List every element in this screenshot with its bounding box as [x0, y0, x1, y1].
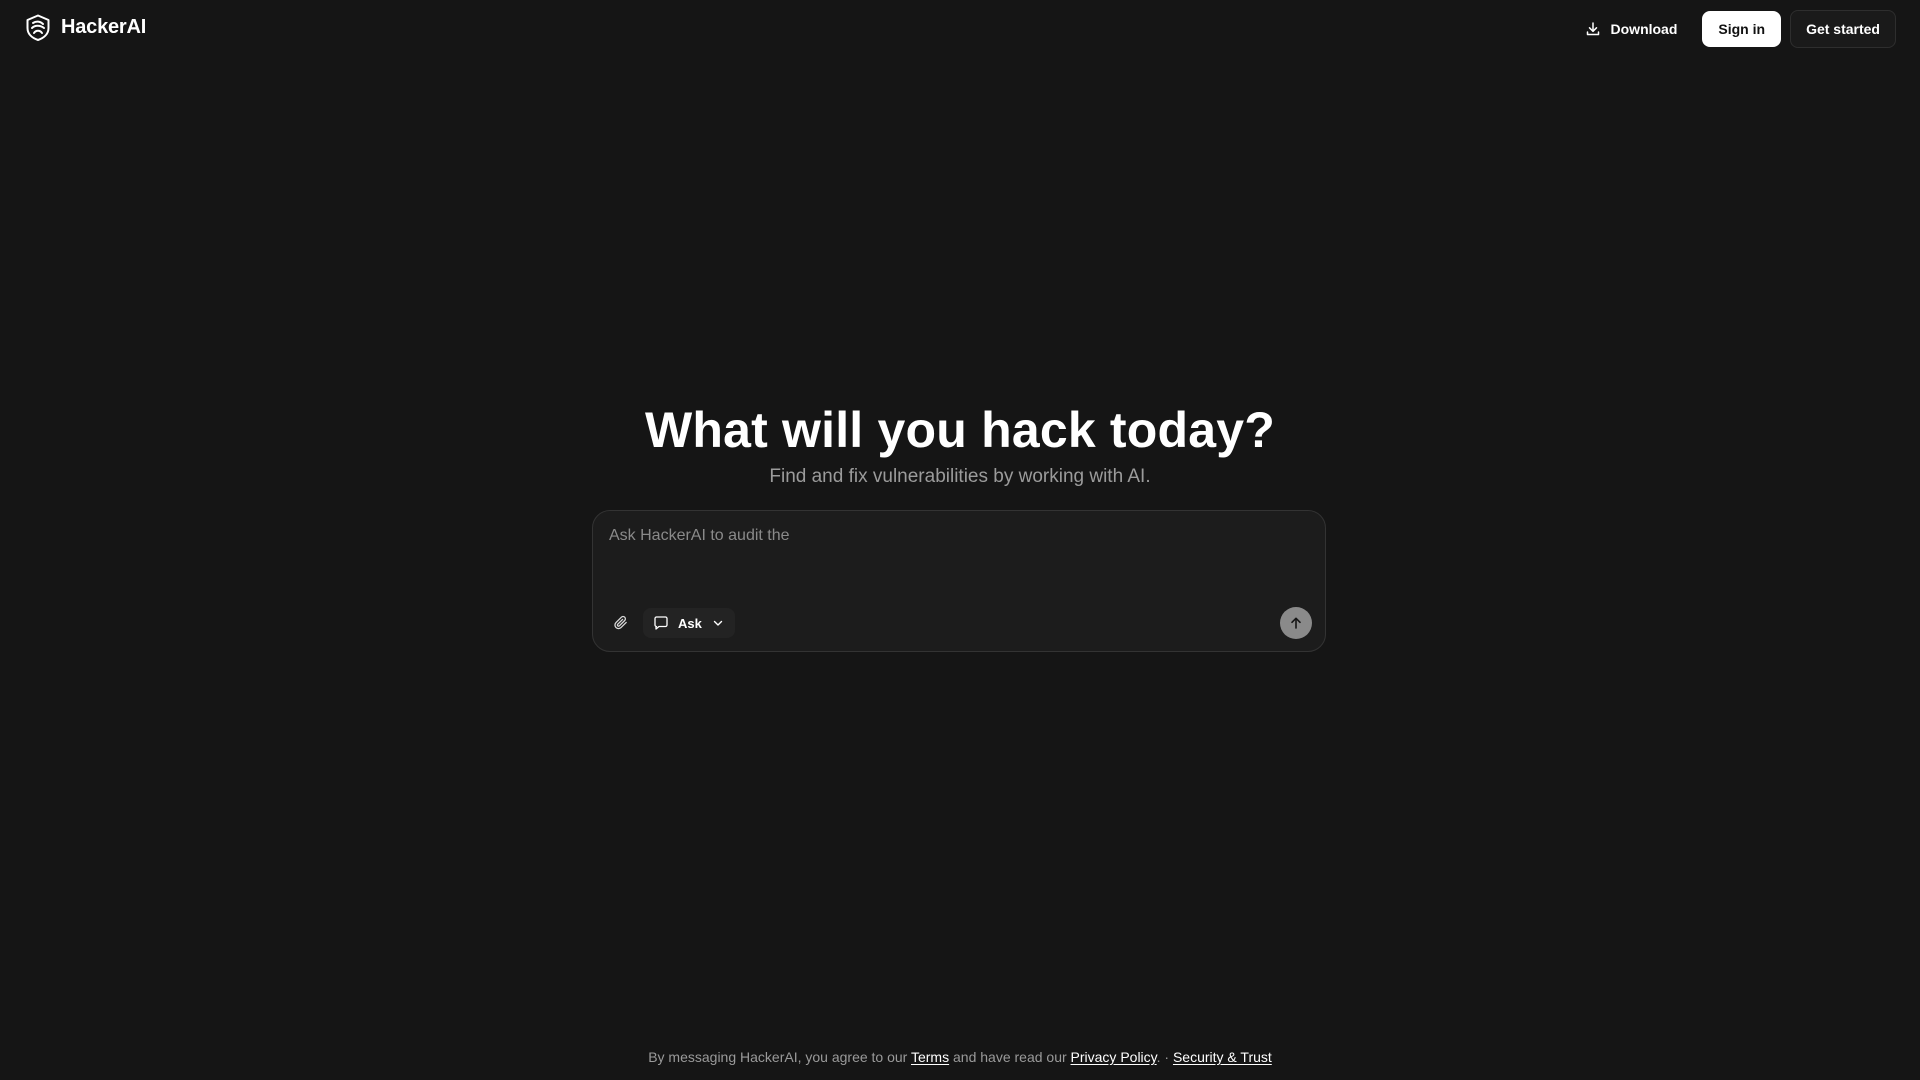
page: HackerAI Download Sign in Get started Wh… — [0, 0, 1920, 1080]
download-label: Download — [1610, 21, 1678, 37]
legal-footer: By messaging HackerAI, you agree to our … — [0, 1047, 1920, 1067]
sign-in-button[interactable]: Sign in — [1702, 11, 1782, 47]
footer-separator: . · — [1156, 1049, 1173, 1065]
attach-file-button[interactable] — [605, 607, 637, 639]
paperclip-icon — [613, 615, 629, 631]
terms-link[interactable]: Terms — [911, 1049, 949, 1065]
header-nav: Download Sign in Get started — [1569, 10, 1896, 48]
hero-title: What will you hack today? — [644, 402, 1276, 458]
download-icon — [1585, 21, 1601, 37]
footer-prefix: By messaging HackerAI, you agree to our — [648, 1049, 911, 1065]
get-started-button[interactable]: Get started — [1790, 10, 1896, 48]
chat-composer: Ask — [592, 510, 1326, 652]
hero-subtitle: Find and fix vulnerabilities by working … — [769, 466, 1151, 487]
mode-selector[interactable]: Ask — [643, 608, 735, 638]
hero: What will you hack today? Find and fix v… — [0, 396, 1920, 490]
prompt-input[interactable] — [609, 525, 1299, 585]
send-button[interactable] — [1280, 607, 1312, 639]
mode-label: Ask — [678, 615, 702, 631]
privacy-policy-link[interactable]: Privacy Policy — [1071, 1049, 1157, 1065]
download-button[interactable]: Download — [1569, 11, 1694, 47]
brand-name: HackerAI — [61, 15, 147, 38]
composer-toolbar: Ask — [605, 607, 735, 639]
chevron-down-icon — [711, 616, 725, 630]
footer-middle: and have read our — [949, 1049, 1071, 1065]
arrow-up-icon — [1289, 616, 1303, 630]
hackerai-logo-icon — [24, 13, 52, 41]
security-trust-link[interactable]: Security & Trust — [1173, 1049, 1272, 1065]
chat-bubble-icon — [653, 615, 669, 631]
top-bar: HackerAI Download Sign in Get started — [0, 0, 1920, 56]
brand-home-link[interactable]: HackerAI — [24, 13, 146, 41]
